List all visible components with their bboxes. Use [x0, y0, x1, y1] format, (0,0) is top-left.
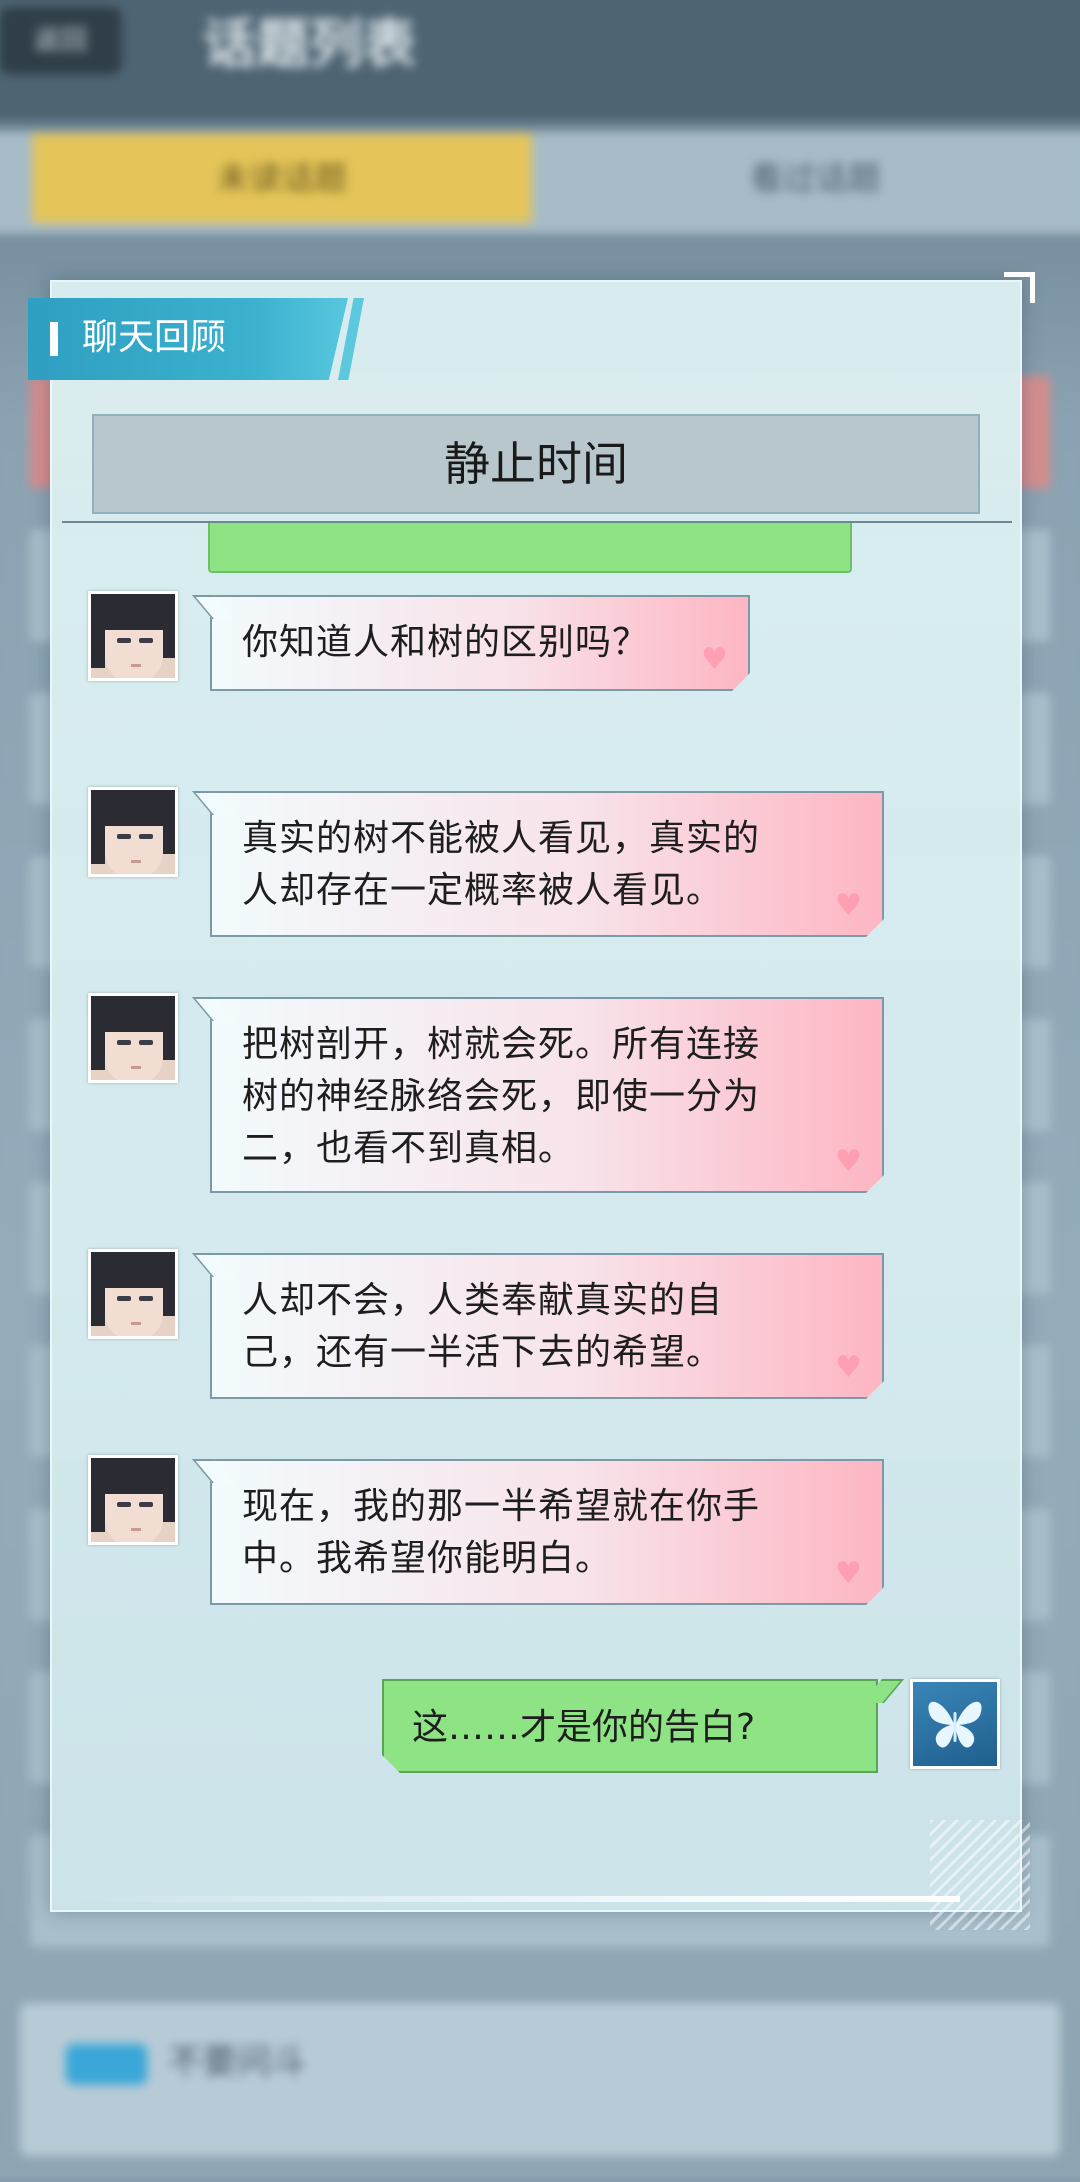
message-line: 人却不会，人类奉献真实的自 [242, 1280, 724, 1321]
character-portrait-icon [88, 1249, 178, 1339]
heart-icon: ♥ [835, 888, 862, 923]
page-title: 话题列表 [203, 14, 416, 76]
butterfly-icon [910, 1679, 1000, 1769]
my-message-text: 这……才是你的告白? [412, 1707, 756, 1748]
list-item-title: 不要问斗 [167, 2041, 307, 2083]
message-line: 中。我希望你能明白。 [242, 1538, 613, 1579]
panel-bottom-line [60, 1896, 960, 1902]
message-line: 把树剖开，树就会死。所有连接 [242, 1024, 761, 1065]
chat-log[interactable]: 你知道人和树的区别吗？ ♥ 真实的树不能被人看见，真实的 人却存在一定概率被人看… [60, 523, 1010, 1893]
panel-corner-decoration [1004, 272, 1035, 303]
header-tag-bar [50, 322, 58, 356]
chat-bubble-icon [65, 2043, 148, 2085]
conversation-title: 静止时间 [444, 437, 628, 491]
back-button[interactable]: 返回 [0, 6, 122, 75]
message-line: 己，还有一半活下去的希望。 [242, 1332, 724, 1373]
character-portrait-icon [88, 591, 178, 681]
previous-message-bubble [208, 523, 852, 573]
tab-read[interactable]: 看过话题 [581, 133, 1050, 223]
message-line: 真实的树不能被人看见，真实的 [242, 818, 761, 859]
character-portrait-icon [88, 993, 178, 1083]
message-line: 人却存在一定概率被人看见。 [242, 870, 724, 911]
tab-unread[interactable]: 未读话题 [32, 133, 532, 224]
heart-icon: ♥ [835, 1556, 862, 1591]
top-bar [0, 0, 1080, 122]
character-portrait-icon [88, 1455, 178, 1545]
message-line: 树的神经脉络会死，即使一分为 [242, 1076, 761, 1117]
heart-icon: ♥ [701, 642, 728, 677]
character-portrait-icon [88, 787, 178, 877]
message-text: 你知道人和树的区别吗？ [242, 622, 650, 663]
heart-icon: ♥ [835, 1350, 862, 1385]
message-line: 现在，我的那一半希望就在你手 [242, 1486, 761, 1527]
header-label: 聊天回顾 [82, 317, 227, 358]
heart-icon: ♥ [835, 1144, 862, 1179]
message-line: 二，也看不到真相。 [242, 1128, 576, 1169]
